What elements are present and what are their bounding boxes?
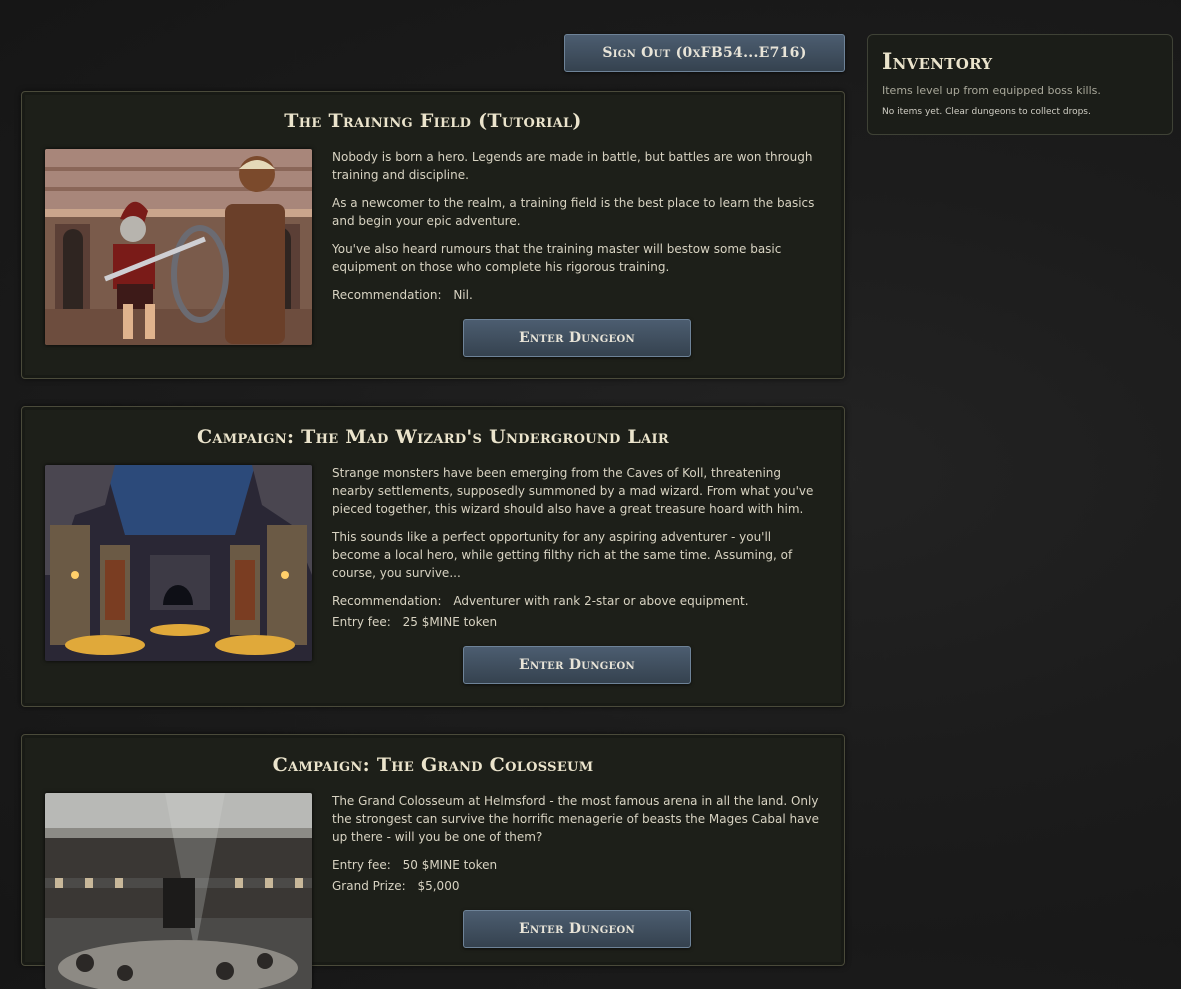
description-paragraph: The Grand Colosseum at Helmsford - the m… — [332, 794, 819, 844]
description-paragraph: You've also heard rumours that the train… — [332, 242, 782, 274]
enter-dungeon-label: Enter Dungeon — [519, 921, 635, 937]
description-paragraph: As a newcomer to the realm, a training f… — [332, 196, 815, 228]
grand-prize-value: $5,000 — [417, 879, 460, 893]
description-paragraph: Strange monsters have been emerging from… — [332, 466, 814, 516]
dungeon-title: Campaign: The Mad Wizard's Underground L… — [196, 426, 670, 448]
grand-prize-label: Grand Prize: — [332, 879, 406, 893]
training-field-image — [45, 149, 312, 345]
grand-prize-row: Grand Prize: $5,000 — [332, 877, 822, 895]
recommendation-value: Adventurer with rank 2-star or above equ… — [453, 594, 749, 608]
dungeon-description: Nobody is born a hero. Legends are made … — [332, 148, 822, 307]
inventory-title: Inventory — [882, 49, 993, 75]
enter-dungeon-label: Enter Dungeon — [519, 330, 635, 346]
entry-fee-row: Entry fee: 50 $MINE token — [332, 856, 822, 874]
recommendation-row: Recommendation: Adventurer with rank 2-s… — [332, 592, 822, 610]
enter-dungeon-button[interactable]: Enter Dungeon — [463, 319, 691, 357]
entry-fee-value: 50 $MINE token — [402, 858, 498, 872]
recommendation-row: Recommendation: Nil. — [332, 286, 822, 304]
description-paragraph: Nobody is born a hero. Legends are made … — [332, 150, 813, 182]
grand-colosseum-image — [45, 793, 312, 989]
inventory-empty-text: No items yet. Clear dungeons to collect … — [882, 107, 1091, 117]
sign-out-button[interactable]: Sign Out (0xFB54...E716) — [564, 34, 845, 72]
dungeon-description: The Grand Colosseum at Helmsford - the m… — [332, 792, 822, 898]
mad-wizard-lair-image — [45, 465, 312, 661]
description-paragraph: This sounds like a perfect opportunity f… — [332, 530, 793, 580]
entry-fee-value: 25 $MINE token — [402, 615, 498, 629]
enter-dungeon-button[interactable]: Enter Dungeon — [463, 910, 691, 948]
dungeon-title: The Training Field (Tutorial) — [284, 110, 582, 132]
recommendation-label: Recommendation: — [332, 288, 442, 302]
enter-dungeon-label: Enter Dungeon — [519, 657, 635, 673]
recommendation-label: Recommendation: — [332, 594, 442, 608]
entry-fee-label: Entry fee: — [332, 615, 391, 629]
entry-fee-label: Entry fee: — [332, 858, 391, 872]
enter-dungeon-button[interactable]: Enter Dungeon — [463, 646, 691, 684]
dungeon-card-training-field: The Training Field (Tutorial) Nobody is … — [21, 91, 845, 379]
recommendation-value: Nil. — [453, 288, 473, 302]
inventory-panel: Inventory Items level up from equipped b… — [867, 34, 1173, 135]
dungeon-title: Campaign: The Grand Colosseum — [272, 754, 594, 776]
entry-fee-row: Entry fee: 25 $MINE token — [332, 613, 822, 631]
inventory-subtitle: Items level up from equipped boss kills. — [882, 84, 1101, 97]
dungeon-card-grand-colosseum: Campaign: The Grand Colosseum The Grand … — [21, 734, 845, 989]
sign-out-label: Sign Out (0xFB54...E716) — [602, 45, 807, 61]
dungeon-card-mad-wizard: Campaign: The Mad Wizard's Underground L… — [21, 406, 845, 707]
dungeon-description: Strange monsters have been emerging from… — [332, 464, 822, 634]
